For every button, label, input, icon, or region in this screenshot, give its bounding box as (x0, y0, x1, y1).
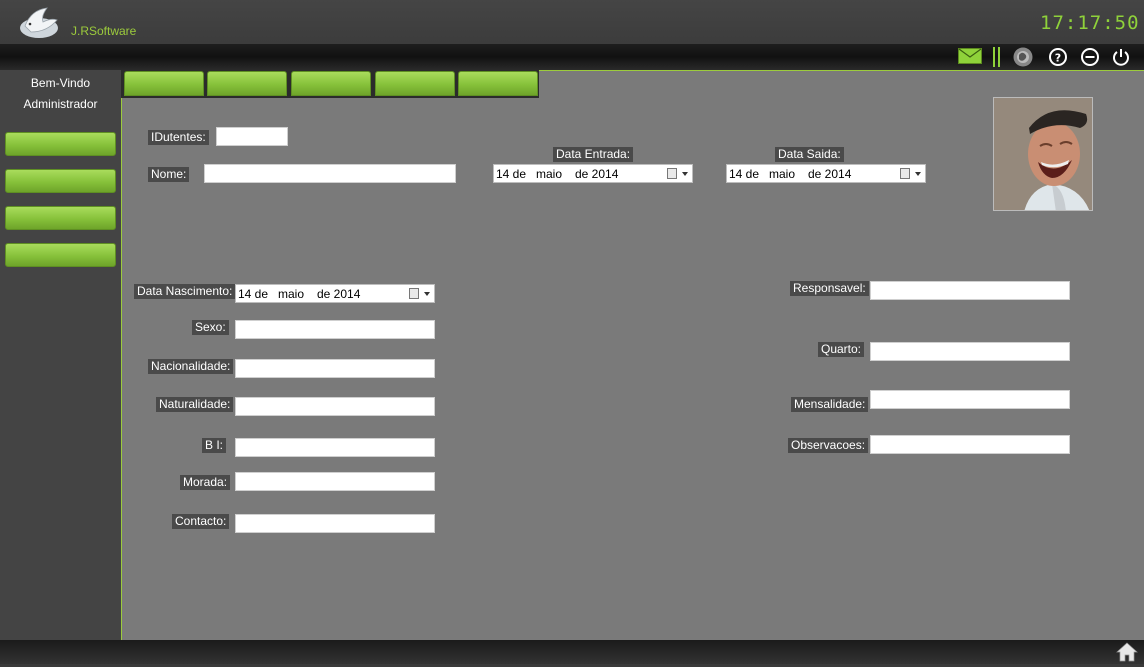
nome-field[interactable] (204, 164, 456, 183)
tab-3[interactable] (291, 71, 371, 96)
morada-label: Morada: (180, 475, 231, 490)
welcome-text: Bem-Vindo (30, 76, 91, 90)
mensalidade-label: Mensalidade: (791, 397, 869, 412)
data-entrada-label: Data Entrada: (553, 147, 634, 162)
data-saida-label: Data Saida: (775, 147, 844, 162)
chevron-down-icon[interactable] (682, 172, 688, 176)
contacto-field[interactable] (235, 514, 435, 533)
data-nascimento-label: Data Nascimento: (134, 284, 236, 299)
quarto-field[interactable] (870, 342, 1070, 361)
nacionalidade-field[interactable] (235, 359, 435, 378)
sidebar-button-2[interactable] (5, 169, 116, 193)
sidebar-button-4[interactable] (5, 243, 116, 267)
observacoes-label: Observacoes: (788, 438, 869, 453)
data-nascimento-picker[interactable]: 14 de maio de 2014 (235, 284, 435, 303)
mensalidade-field[interactable] (870, 390, 1070, 409)
date-year: de 2014 (317, 287, 361, 301)
quarto-label: Quarto: (818, 342, 865, 357)
help-icon[interactable]: ? (1048, 47, 1068, 67)
nome-label: Nome: (148, 167, 190, 182)
mail-icon[interactable] (958, 48, 982, 64)
sexo-field[interactable] (235, 320, 435, 339)
sidebar-button-3[interactable] (5, 206, 116, 230)
date-month: maio (536, 167, 563, 181)
calendar-icon[interactable] (409, 288, 419, 299)
bi-field[interactable] (235, 438, 435, 457)
date-year: de 2014 (575, 167, 619, 181)
divider-icon (993, 47, 1001, 67)
observacoes-field[interactable] (870, 435, 1070, 454)
calendar-icon[interactable] (900, 168, 910, 179)
date-day: 14 de (729, 167, 760, 181)
morada-field[interactable] (235, 472, 435, 491)
tab-1[interactable] (124, 71, 204, 96)
date-month: maio (769, 167, 796, 181)
sexo-label: Sexo: (192, 320, 229, 335)
tab-2[interactable] (207, 71, 287, 96)
svg-text:?: ? (1055, 52, 1061, 65)
responsavel-label: Responsavel: (790, 281, 869, 296)
data-entrada-picker[interactable]: 14 de maio de 2014 (493, 164, 693, 183)
tab-5[interactable] (458, 71, 538, 96)
calendar-icon[interactable] (667, 168, 677, 179)
clock: 17:17:50 (1040, 12, 1140, 34)
minimize-icon[interactable] (1080, 47, 1100, 67)
date-month: maio (278, 287, 305, 301)
date-day: 14 de (496, 167, 527, 181)
naturalidade-field[interactable] (235, 397, 435, 416)
home-icon[interactable] (1116, 642, 1138, 662)
status-bar (0, 640, 1144, 664)
idutentes-label: IDutentes: (148, 130, 209, 145)
chevron-down-icon[interactable] (915, 172, 921, 176)
date-year: de 2014 (808, 167, 852, 181)
sidebar-button-1[interactable] (5, 132, 116, 156)
naturalidade-label: Naturalidade: (156, 397, 234, 412)
resident-photo (993, 97, 1093, 211)
title-bar (0, 0, 1144, 44)
bi-label: B I: (202, 438, 227, 453)
nacionalidade-label: Nacionalidade: (148, 359, 234, 374)
globe-icon[interactable] (1013, 47, 1033, 67)
idutentes-field[interactable] (216, 127, 288, 146)
responsavel-field[interactable] (870, 281, 1070, 300)
date-day: 14 de (238, 287, 269, 301)
tab-4[interactable] (375, 71, 455, 96)
dove-logo-icon (17, 4, 61, 40)
chevron-down-icon[interactable] (424, 292, 430, 296)
brand-name: J.RSoftware (71, 24, 137, 38)
power-icon[interactable] (1111, 47, 1131, 67)
contacto-label: Contacto: (172, 514, 230, 529)
data-saida-picker[interactable]: 14 de maio de 2014 (726, 164, 926, 183)
user-name: Administrador (23, 97, 98, 111)
